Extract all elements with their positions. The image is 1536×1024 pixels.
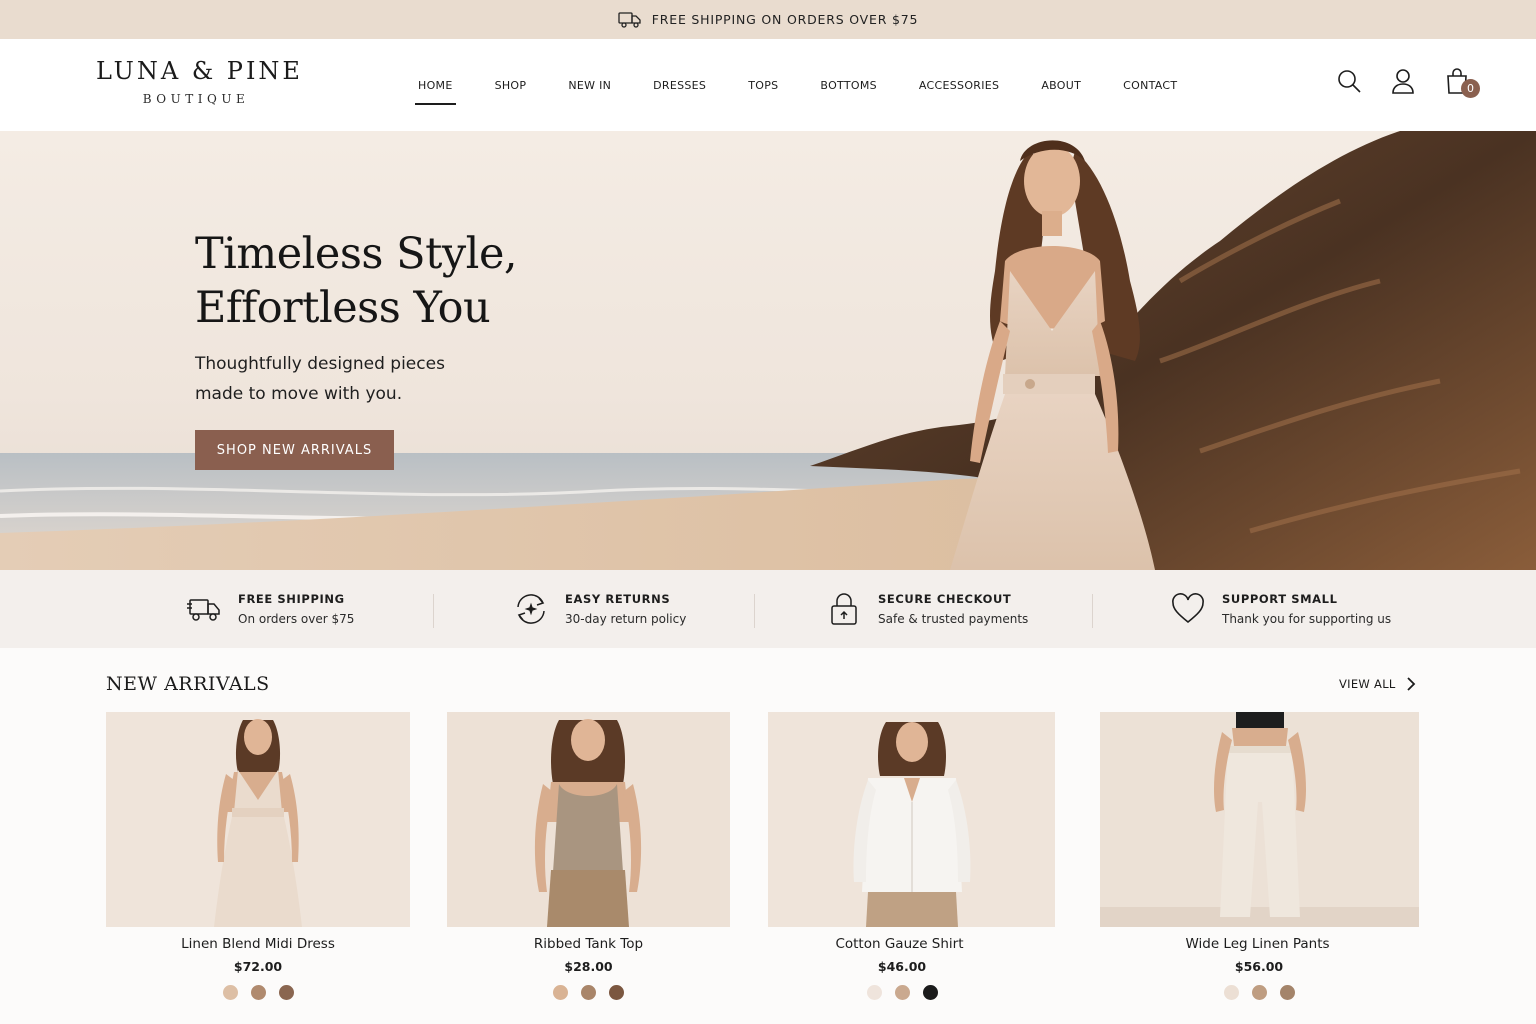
color-swatches xyxy=(768,985,1036,1000)
nav-item-dresses[interactable]: DRESSES xyxy=(653,75,706,96)
color-swatch[interactable] xyxy=(1279,985,1295,1000)
product-price: $72.00 xyxy=(233,959,283,974)
lock-icon xyxy=(831,593,857,625)
hero-subtitle-line-1: Thoughtfully designed pieces xyxy=(195,354,445,374)
nav-item-tops[interactable]: TOPS xyxy=(748,75,778,96)
product-name[interactable]: Cotton Gauze Shirt xyxy=(768,936,1031,952)
hero-title: Timeless Style, Effortless You xyxy=(195,227,518,335)
truck-icon xyxy=(618,11,641,28)
color-swatches xyxy=(447,985,730,1000)
product-image[interactable] xyxy=(1100,712,1419,927)
product-image[interactable] xyxy=(768,712,1055,927)
user-icon xyxy=(1392,69,1414,94)
brand-tagline: BOUTIQUE xyxy=(142,92,250,106)
color-swatch[interactable] xyxy=(222,985,238,1000)
product-name[interactable]: Ribbed Tank Top xyxy=(447,936,730,952)
feature-description: On orders over $75 xyxy=(238,612,355,626)
cart-button[interactable]: 0 xyxy=(1444,67,1480,98)
color-swatch[interactable] xyxy=(1223,985,1239,1000)
header-actions: 0 xyxy=(1336,67,1480,98)
brand-name: LUNA & PINE xyxy=(96,57,303,85)
feature-strip: FREE SHIPPING On orders over $75 EASY RE… xyxy=(0,570,1536,648)
color-swatch[interactable] xyxy=(553,985,568,1000)
chevron-right-icon xyxy=(1407,677,1415,691)
product-price: $28.00 xyxy=(564,959,613,974)
feature-title: FREE SHIPPING xyxy=(238,592,345,606)
hero-title-line-1: Timeless Style, xyxy=(195,229,518,279)
color-swatch[interactable] xyxy=(278,985,294,1000)
color-swatch[interactable] xyxy=(1251,985,1267,1000)
heart-icon xyxy=(1172,593,1204,624)
new-arrivals-title: NEW ARRIVALS xyxy=(106,673,270,695)
feature-divider xyxy=(1092,594,1093,628)
announcement-bar: FREE SHIPPING ON ORDERS OVER $75 xyxy=(0,0,1536,39)
color-swatches xyxy=(1100,985,1418,1000)
view-all-link[interactable]: VIEW ALL xyxy=(1339,677,1416,691)
truck-icon xyxy=(187,599,220,621)
feature-description: 30-day return policy xyxy=(565,612,687,626)
color-swatch[interactable] xyxy=(581,985,596,1000)
product-image[interactable] xyxy=(106,712,410,927)
feature-divider xyxy=(754,594,755,628)
nav-item-about[interactable]: ABOUT xyxy=(1041,75,1081,96)
feature-divider xyxy=(433,594,434,628)
feature-easy-returns: EASY RETURNS 30-day return policy xyxy=(513,570,686,648)
product-price: $56.00 xyxy=(1234,959,1284,974)
color-swatch[interactable] xyxy=(894,985,910,1000)
nav-item-home[interactable]: HOME xyxy=(415,75,456,105)
product-name[interactable]: Linen Blend Midi Dress xyxy=(106,936,410,952)
feature-title: EASY RETURNS xyxy=(565,592,671,606)
feature-title: SECURE CHECKOUT xyxy=(878,592,1012,606)
nav-item-shop[interactable]: SHOP xyxy=(495,75,527,96)
product-name[interactable]: Wide Leg Linen Pants xyxy=(1100,936,1415,952)
nav-item-bottoms[interactable]: BOTTOMS xyxy=(820,75,877,96)
nav-item-accessories[interactable]: ACCESSORIES xyxy=(919,75,999,96)
nav-item-contact[interactable]: CONTACT xyxy=(1123,75,1177,96)
feature-description: Safe & trusted payments xyxy=(878,612,1029,626)
hero-banner: Timeless Style, Effortless You Thoughtfu… xyxy=(0,131,1536,570)
hero-subtitle-line-2: made to move with you. xyxy=(195,384,403,404)
product-price: $46.00 xyxy=(877,959,927,974)
main-nav: HOME SHOP NEW IN DRESSES TOPS BOTTOMS AC… xyxy=(397,39,1198,131)
account-button[interactable] xyxy=(1390,67,1416,97)
view-all-label: VIEW ALL xyxy=(1339,677,1396,691)
feature-free-shipping: FREE SHIPPING On orders over $75 xyxy=(186,570,354,648)
color-swatch[interactable] xyxy=(866,985,882,1000)
cart-count-badge: 0 xyxy=(1461,79,1480,98)
shop-new-arrivals-button[interactable]: SHOP NEW ARRIVALS xyxy=(195,430,394,470)
hero-subtitle: Thoughtfully designed pieces made to mov… xyxy=(195,349,445,409)
nav-item-new-in[interactable]: NEW IN xyxy=(568,75,611,96)
product-image[interactable] xyxy=(447,712,730,927)
search-button[interactable] xyxy=(1336,67,1362,97)
returns-icon xyxy=(517,594,545,624)
color-swatch[interactable] xyxy=(609,985,624,1000)
color-swatch[interactable] xyxy=(922,985,938,1000)
feature-support-small: SUPPORT SMALL Thank you for supporting u… xyxy=(1170,570,1391,648)
feature-title: SUPPORT SMALL xyxy=(1222,592,1338,606)
feature-description: Thank you for supporting us xyxy=(1222,612,1392,626)
hero-title-line-2: Effortless You xyxy=(195,283,491,333)
color-swatches xyxy=(106,985,410,1000)
color-swatch[interactable] xyxy=(250,985,266,1000)
site-header: LUNA & PINE BOUTIQUE HOME SHOP NEW IN DR… xyxy=(0,39,1536,131)
announcement-text: FREE SHIPPING ON ORDERS OVER $75 xyxy=(651,12,919,27)
feature-secure-checkout: SECURE CHECKOUT Safe & trusted payments xyxy=(826,570,1028,648)
search-icon xyxy=(1338,70,1361,93)
brand-logo[interactable]: LUNA & PINE BOUTIQUE xyxy=(96,57,303,106)
